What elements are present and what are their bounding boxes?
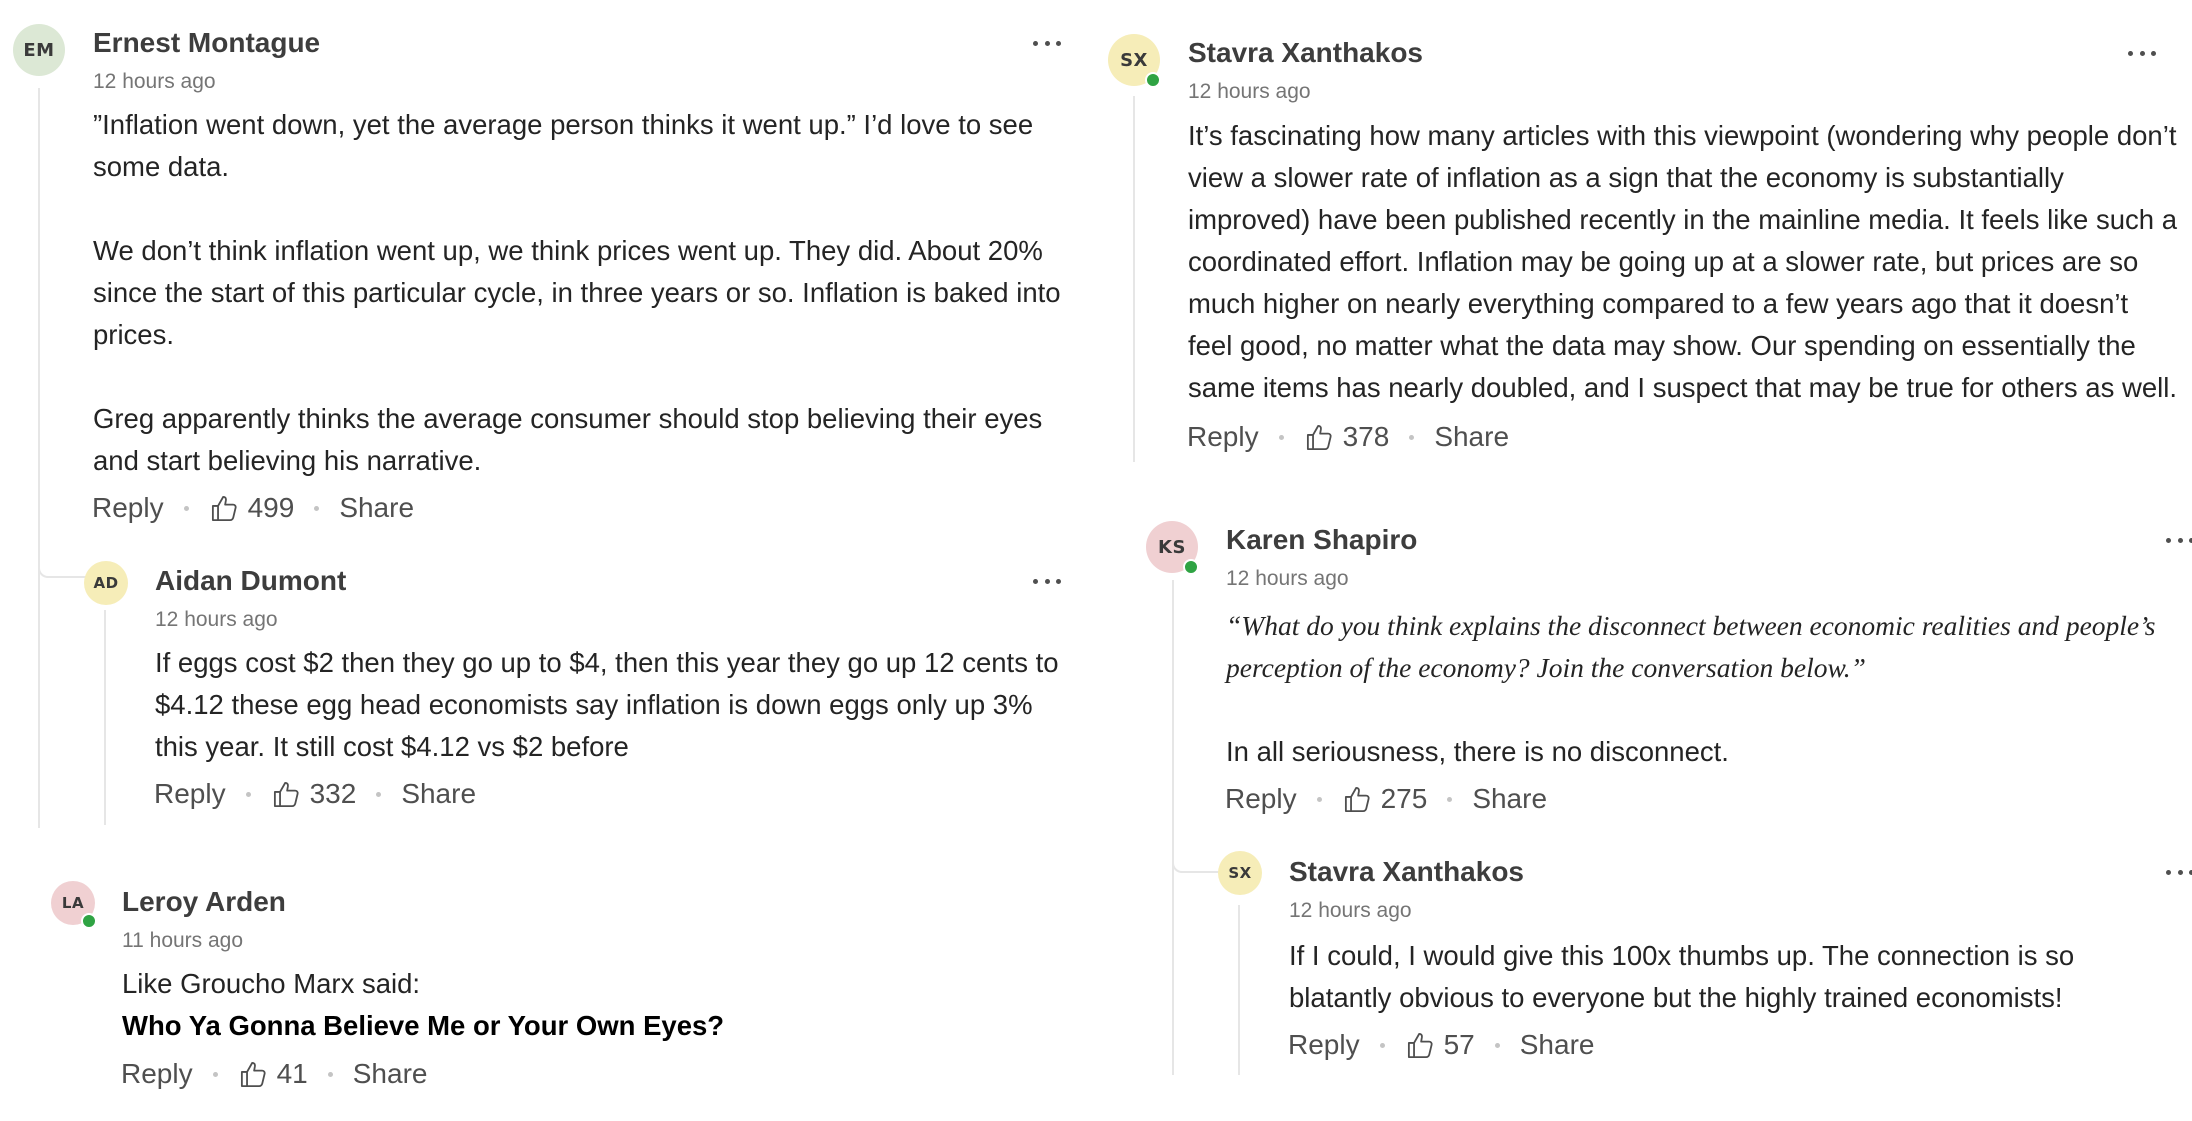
comment-body: ”Inflation went down, yet the average pe… xyxy=(93,109,1061,476)
comment-actions: Reply 378 Share xyxy=(1187,421,1509,453)
comment-actions: Reply 57 Share xyxy=(1288,1029,1594,1061)
share-button[interactable]: Share xyxy=(1472,783,1547,815)
clap-count: 275 xyxy=(1380,783,1428,814)
thread-connector xyxy=(1172,835,1220,873)
quoted-text: “What do you think explains the disconne… xyxy=(1226,610,2156,683)
share-button[interactable]: Share xyxy=(1520,1029,1595,1061)
comment-body: If I could, I would give this 100x thumb… xyxy=(1289,940,2075,1013)
avatar[interactable]: AD xyxy=(84,561,128,605)
comment-author[interactable]: Stavra Xanthakos xyxy=(1188,37,1423,69)
comment-body: Like Groucho Marx said: Who Ya Gonna Bel… xyxy=(122,968,725,1041)
thread-connector xyxy=(38,540,86,578)
clap-count: 332 xyxy=(309,778,357,809)
clap-button[interactable]: 332 xyxy=(271,778,357,810)
comment-timestamp[interactable]: 12 hours ago xyxy=(1188,80,1311,104)
clap-button[interactable]: 378 xyxy=(1304,421,1390,453)
thumbs-up-icon xyxy=(240,1061,266,1087)
separator-dot xyxy=(245,791,251,797)
share-button[interactable]: Share xyxy=(401,778,476,810)
separator-dot xyxy=(183,505,189,511)
comment-timestamp[interactable]: 12 hours ago xyxy=(1226,567,1349,591)
more-options-icon[interactable] xyxy=(1033,576,1061,586)
separator-dot xyxy=(327,1071,333,1077)
reply-button[interactable]: Reply xyxy=(154,778,226,810)
thumbs-up-icon xyxy=(1407,1032,1433,1058)
more-options-icon[interactable] xyxy=(2166,535,2192,545)
online-status-icon xyxy=(1183,559,1199,575)
thumbs-up-icon xyxy=(1306,424,1332,450)
share-button[interactable]: Share xyxy=(339,492,414,524)
separator-dot xyxy=(376,791,382,797)
separator-dot xyxy=(1409,434,1415,440)
reply-button[interactable]: Reply xyxy=(1288,1029,1360,1061)
separator-dot xyxy=(212,1071,218,1077)
thumbs-up-icon xyxy=(273,781,299,807)
comment-timestamp[interactable]: 12 hours ago xyxy=(1289,899,1412,923)
separator-dot xyxy=(1494,1042,1500,1048)
comment-actions: Reply 499 Share xyxy=(92,492,414,524)
thumbs-up-icon xyxy=(211,495,237,521)
avatar[interactable]: EM xyxy=(13,24,65,76)
reply-button[interactable]: Reply xyxy=(1187,421,1259,453)
separator-dot xyxy=(1316,796,1322,802)
separator-dot xyxy=(1379,1042,1385,1048)
thread-line xyxy=(104,610,106,825)
thread-line xyxy=(1172,580,1174,1075)
comment-body: It’s fascinating how many articles with … xyxy=(1188,120,2178,403)
online-status-icon xyxy=(1145,72,1161,88)
clap-button[interactable]: 275 xyxy=(1342,783,1428,815)
thread-line xyxy=(1133,96,1135,462)
thumbs-up-icon xyxy=(1344,786,1370,812)
comment-actions: Reply 332 Share xyxy=(154,778,476,810)
avatar[interactable]: SX xyxy=(1218,851,1262,895)
clap-count: 499 xyxy=(247,492,295,523)
clap-count: 378 xyxy=(1342,421,1390,452)
comment-actions: Reply 41 Share xyxy=(121,1058,427,1090)
comment-author[interactable]: Leroy Arden xyxy=(122,886,286,918)
separator-dot xyxy=(1447,796,1453,802)
online-status-icon xyxy=(81,913,97,929)
more-options-icon[interactable] xyxy=(2128,48,2156,58)
thread-line xyxy=(38,88,40,828)
separator-dot xyxy=(314,505,320,511)
clap-button[interactable]: 499 xyxy=(209,492,295,524)
separator-dot xyxy=(1278,434,1284,440)
comment-timestamp[interactable]: 12 hours ago xyxy=(155,608,278,632)
more-options-icon[interactable] xyxy=(2166,867,2192,877)
clap-count: 57 xyxy=(1443,1029,1475,1060)
comment-timestamp[interactable]: 11 hours ago xyxy=(122,929,243,953)
share-button[interactable]: Share xyxy=(1434,421,1509,453)
more-options-icon[interactable] xyxy=(1033,38,1061,48)
reply-button[interactable]: Reply xyxy=(1225,783,1297,815)
reply-button[interactable]: Reply xyxy=(92,492,164,524)
reply-button[interactable]: Reply xyxy=(121,1058,193,1090)
thread-line xyxy=(1238,905,1240,1075)
comment-body: If eggs cost $2 then they go up to $4, t… xyxy=(155,647,1059,762)
clap-button[interactable]: 41 xyxy=(238,1058,308,1090)
comment-actions: Reply 275 Share xyxy=(1225,783,1547,815)
clap-button[interactable]: 57 xyxy=(1405,1029,1475,1061)
comment-author[interactable]: Stavra Xanthakos xyxy=(1289,856,1524,888)
comment-author[interactable]: Aidan Dumont xyxy=(155,565,346,597)
comment-author[interactable]: Karen Shapiro xyxy=(1226,524,1417,556)
comment-body: “What do you think explains the disconne… xyxy=(1226,605,2186,773)
comment-timestamp[interactable]: 12 hours ago xyxy=(93,70,216,94)
share-button[interactable]: Share xyxy=(353,1058,428,1090)
comment-author[interactable]: Ernest Montague xyxy=(93,27,320,59)
clap-count: 41 xyxy=(276,1058,308,1089)
